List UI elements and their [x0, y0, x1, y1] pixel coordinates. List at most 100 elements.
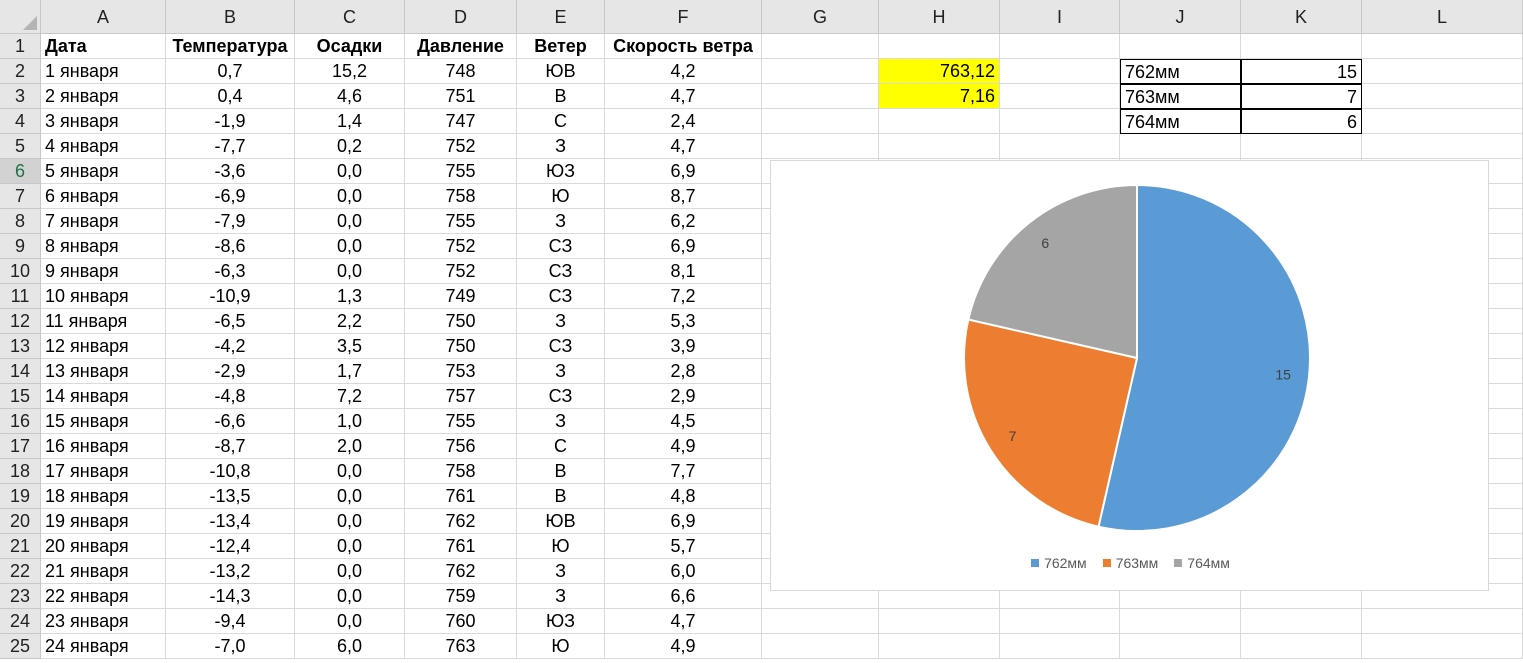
- data-cell[interactable]: 4,7: [605, 84, 762, 109]
- data-cell[interactable]: 4,6: [295, 84, 405, 109]
- header-cell[interactable]: Ветер: [517, 34, 605, 59]
- row-header-14[interactable]: 14: [0, 359, 41, 384]
- data-cell[interactable]: 4,9: [605, 434, 762, 459]
- data-cell[interactable]: -6,6: [166, 409, 295, 434]
- data-cell[interactable]: З: [517, 559, 605, 584]
- data-cell[interactable]: 760: [405, 609, 517, 634]
- grid-cell[interactable]: [762, 634, 879, 659]
- data-cell[interactable]: -4,8: [166, 384, 295, 409]
- data-cell[interactable]: -2,9: [166, 359, 295, 384]
- row-header-13[interactable]: 13: [0, 334, 41, 359]
- grid-cell[interactable]: [1120, 634, 1241, 659]
- data-cell[interactable]: 7,2: [605, 284, 762, 309]
- row-header-23[interactable]: 23: [0, 584, 41, 609]
- data-cell[interactable]: 5 января: [41, 159, 166, 184]
- data-cell[interactable]: 15,2: [295, 59, 405, 84]
- row-header-2[interactable]: 2: [0, 59, 41, 84]
- data-cell[interactable]: 750: [405, 309, 517, 334]
- data-cell[interactable]: 21 января: [41, 559, 166, 584]
- data-cell[interactable]: 0,0: [295, 259, 405, 284]
- column-header-c[interactable]: C: [295, 0, 405, 34]
- data-cell[interactable]: СЗ: [517, 234, 605, 259]
- data-cell[interactable]: 0,0: [295, 484, 405, 509]
- data-cell[interactable]: 11 января: [41, 309, 166, 334]
- data-cell[interactable]: 4,7: [605, 134, 762, 159]
- data-cell[interactable]: 0,0: [295, 234, 405, 259]
- data-cell[interactable]: СЗ: [517, 284, 605, 309]
- data-cell[interactable]: 4 января: [41, 134, 166, 159]
- data-cell[interactable]: 756: [405, 434, 517, 459]
- data-cell[interactable]: 3,5: [295, 334, 405, 359]
- data-cell[interactable]: 755: [405, 159, 517, 184]
- grid-cell[interactable]: [1241, 134, 1362, 159]
- data-cell[interactable]: З: [517, 209, 605, 234]
- column-header-g[interactable]: G: [762, 0, 879, 34]
- data-cell[interactable]: -13,4: [166, 509, 295, 534]
- header-cell[interactable]: Дата: [41, 34, 166, 59]
- row-header-7[interactable]: 7: [0, 184, 41, 209]
- column-header-h[interactable]: H: [879, 0, 1000, 34]
- data-cell[interactable]: 6,9: [605, 159, 762, 184]
- data-cell[interactable]: 0,0: [295, 509, 405, 534]
- data-cell[interactable]: 7,2: [295, 384, 405, 409]
- data-cell[interactable]: 8,1: [605, 259, 762, 284]
- data-cell[interactable]: 757: [405, 384, 517, 409]
- row-header-25[interactable]: 25: [0, 634, 41, 659]
- data-cell[interactable]: ЮЗ: [517, 609, 605, 634]
- grid-cell[interactable]: [1362, 84, 1523, 109]
- column-header-i[interactable]: I: [1000, 0, 1120, 34]
- pressure-label-cell[interactable]: 764мм: [1120, 109, 1241, 134]
- data-cell[interactable]: 4,2: [605, 59, 762, 84]
- data-cell[interactable]: 22 января: [41, 584, 166, 609]
- column-header-f[interactable]: F: [605, 0, 762, 34]
- data-cell[interactable]: -3,6: [166, 159, 295, 184]
- data-cell[interactable]: 4,5: [605, 409, 762, 434]
- data-cell[interactable]: -7,9: [166, 209, 295, 234]
- row-header-5[interactable]: 5: [0, 134, 41, 159]
- grid-cell[interactable]: [762, 34, 879, 59]
- data-cell[interactable]: 6 января: [41, 184, 166, 209]
- select-all-button[interactable]: [0, 0, 41, 34]
- data-cell[interactable]: -6,5: [166, 309, 295, 334]
- grid-cell[interactable]: [1362, 34, 1523, 59]
- data-cell[interactable]: 17 января: [41, 459, 166, 484]
- data-cell[interactable]: 19 января: [41, 509, 166, 534]
- column-header-a[interactable]: A: [41, 0, 166, 34]
- data-cell[interactable]: 2,0: [295, 434, 405, 459]
- grid-cell[interactable]: [1362, 109, 1523, 134]
- grid-cell[interactable]: [1000, 609, 1120, 634]
- row-header-4[interactable]: 4: [0, 109, 41, 134]
- data-cell[interactable]: 749: [405, 284, 517, 309]
- grid-cell[interactable]: [1241, 634, 1362, 659]
- data-cell[interactable]: 750: [405, 334, 517, 359]
- data-cell[interactable]: Ю: [517, 534, 605, 559]
- data-cell[interactable]: 752: [405, 134, 517, 159]
- data-cell[interactable]: СЗ: [517, 334, 605, 359]
- row-header-24[interactable]: 24: [0, 609, 41, 634]
- data-cell[interactable]: -6,3: [166, 259, 295, 284]
- pressure-count-cell[interactable]: 7: [1241, 84, 1362, 109]
- data-cell[interactable]: 6,2: [605, 209, 762, 234]
- data-cell[interactable]: 0,7: [166, 59, 295, 84]
- header-cell[interactable]: Температура: [166, 34, 295, 59]
- data-cell[interactable]: 0,0: [295, 159, 405, 184]
- data-cell[interactable]: ЮВ: [517, 509, 605, 534]
- data-cell[interactable]: З: [517, 359, 605, 384]
- column-header-k[interactable]: K: [1241, 0, 1362, 34]
- data-cell[interactable]: 0,4: [166, 84, 295, 109]
- grid-cell[interactable]: [762, 109, 879, 134]
- data-cell[interactable]: С: [517, 109, 605, 134]
- row-header-17[interactable]: 17: [0, 434, 41, 459]
- data-cell[interactable]: Ю: [517, 634, 605, 659]
- data-cell[interactable]: 0,0: [295, 534, 405, 559]
- data-cell[interactable]: 0,2: [295, 134, 405, 159]
- pressure-label-cell[interactable]: 763мм: [1120, 84, 1241, 109]
- grid-cell[interactable]: [762, 134, 879, 159]
- data-cell[interactable]: 8 января: [41, 234, 166, 259]
- data-cell[interactable]: 10 января: [41, 284, 166, 309]
- grid-cell[interactable]: [1241, 609, 1362, 634]
- column-header-j[interactable]: J: [1120, 0, 1241, 34]
- data-cell[interactable]: 759: [405, 584, 517, 609]
- data-cell[interactable]: 748: [405, 59, 517, 84]
- row-header-15[interactable]: 15: [0, 384, 41, 409]
